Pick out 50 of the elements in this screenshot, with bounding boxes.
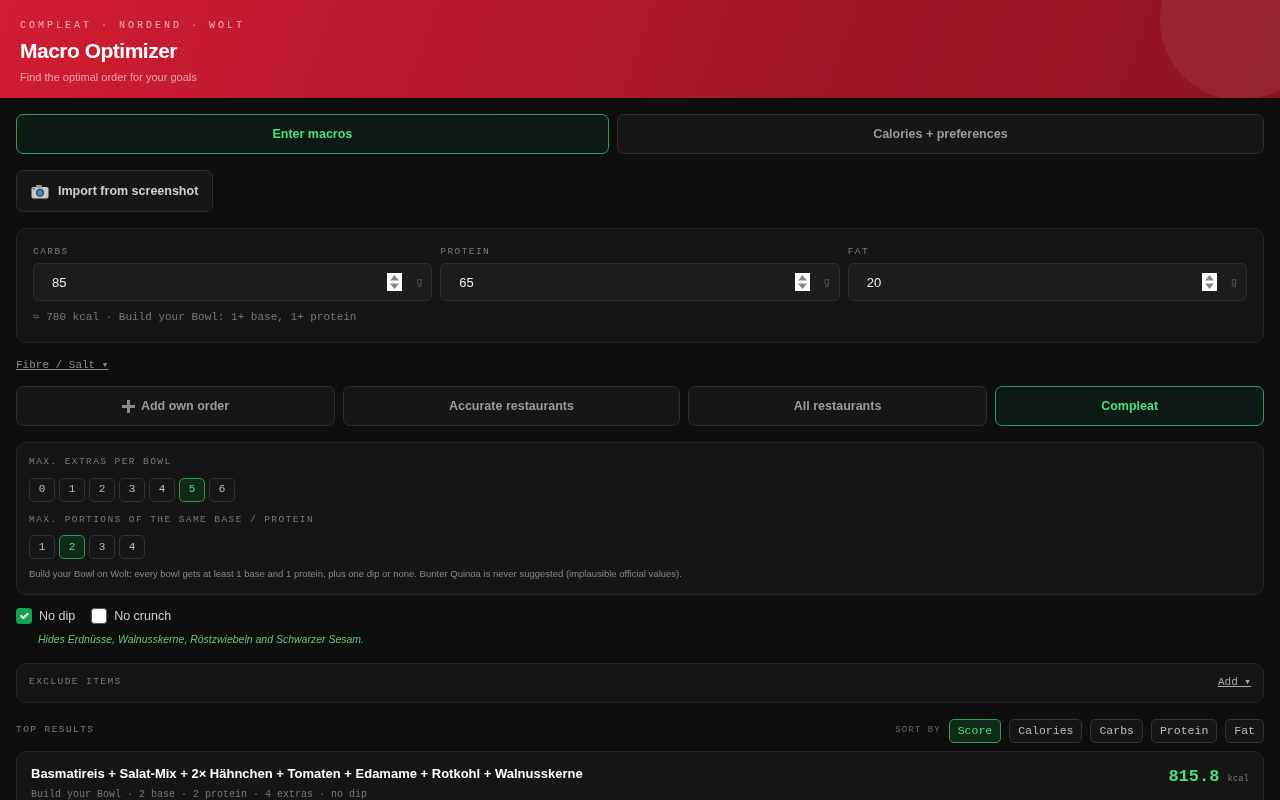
app-subtitle: Find the optimal order for your goals: [20, 69, 198, 85]
macro-label: CARBS: [33, 245, 70, 259]
sort-button[interactable]: Fat: [1225, 718, 1264, 743]
app-title: Macro Optimizer: [20, 38, 179, 64]
checkbox-label[interactable]: No dip: [39, 607, 76, 626]
result-title: Basmatireis + Salat-Mix + 2× Hähnchen + Tomaten + Edamame + Rotkohl + Walnusskerne: [31, 764, 583, 783]
sort-button[interactable]: Carbs: [1090, 718, 1143, 743]
calorie-value: 815.8: [1168, 765, 1220, 788]
options-note: Build your Bowl on Wolt: every bowl gets at least 1 base and 1 protein, plus one dip or none. Bunter Quinoa is never suggested (implausible official values).: [29, 566, 683, 581]
checkbox[interactable]: [16, 608, 32, 625]
sort-button[interactable]: Score: [948, 718, 1002, 743]
option-chip[interactable]: 4: [119, 534, 145, 559]
checkbox[interactable]: [91, 608, 108, 625]
option-chip[interactable]: 2: [59, 534, 85, 559]
sort-label: SORT BY: [895, 723, 941, 737]
option-chip[interactable]: 6: [209, 477, 235, 502]
macro-label: PROTEIN: [440, 245, 492, 259]
camera-icon: [31, 183, 49, 199]
add-order-button[interactable]: Add own order: [16, 386, 335, 427]
checkbox-label[interactable]: No crunch: [114, 607, 172, 626]
option-chip[interactable]: 3: [89, 534, 115, 559]
option-chip[interactable]: 1: [59, 477, 85, 502]
results-heading: TOP RESULTS: [16, 723, 95, 738]
option-chip[interactable]: 2: [89, 477, 115, 502]
restaurant-tab[interactable]: All restaurants: [687, 386, 988, 427]
import-button[interactable]: Import from screenshot: [16, 170, 214, 212]
add-exclude-link[interactable]: Add ▾: [1217, 674, 1251, 691]
spinner-icon[interactable]: [387, 273, 403, 292]
option-label: MAX. PORTIONS OF THE SAME BASE / PROTEIN: [29, 512, 316, 527]
mode-tab[interactable]: Calories + preferences: [616, 114, 1264, 154]
macro-label: FAT: [847, 245, 871, 259]
restaurant-tab[interactable]: Compleat: [995, 386, 1264, 427]
mode-tab[interactable]: Enter macros: [16, 114, 609, 154]
sort-button[interactable]: Protein: [1150, 718, 1218, 743]
calorie-unit: kcal: [1227, 772, 1249, 786]
checkbox-hint: Hides Erdnüsse, Walnusskerne, Röstzwiebeln and Schwarzer Sesam.: [38, 631, 366, 647]
exclude-label: EXCLUDE ITEMS: [29, 675, 122, 690]
option-label: MAX. EXTRAS PER BOWL: [29, 455, 173, 470]
option-chip[interactable]: 1: [29, 534, 55, 559]
result-meta: Build your Bowl · 2 base · 2 protein · 4 extras · no dip: [31, 788, 369, 800]
brand-kicker: COMPLEAT · NORDEND · WOLT: [20, 19, 247, 33]
option-chip[interactable]: 3: [119, 477, 145, 502]
macro-summary: ≈ 780 kcal · Build your Bowl: 1+ base, 1+ protein: [33, 310, 358, 326]
option-chip[interactable]: 4: [149, 477, 175, 502]
option-chip[interactable]: 0: [29, 477, 55, 502]
option-chip[interactable]: 5: [179, 477, 205, 502]
fibre-salt-toggle[interactable]: Fibre / Salt ▾: [16, 358, 109, 371]
plus-icon: [121, 399, 135, 413]
restaurant-tab[interactable]: Accurate restaurants: [343, 386, 680, 427]
sort-button[interactable]: Calories: [1009, 718, 1083, 743]
